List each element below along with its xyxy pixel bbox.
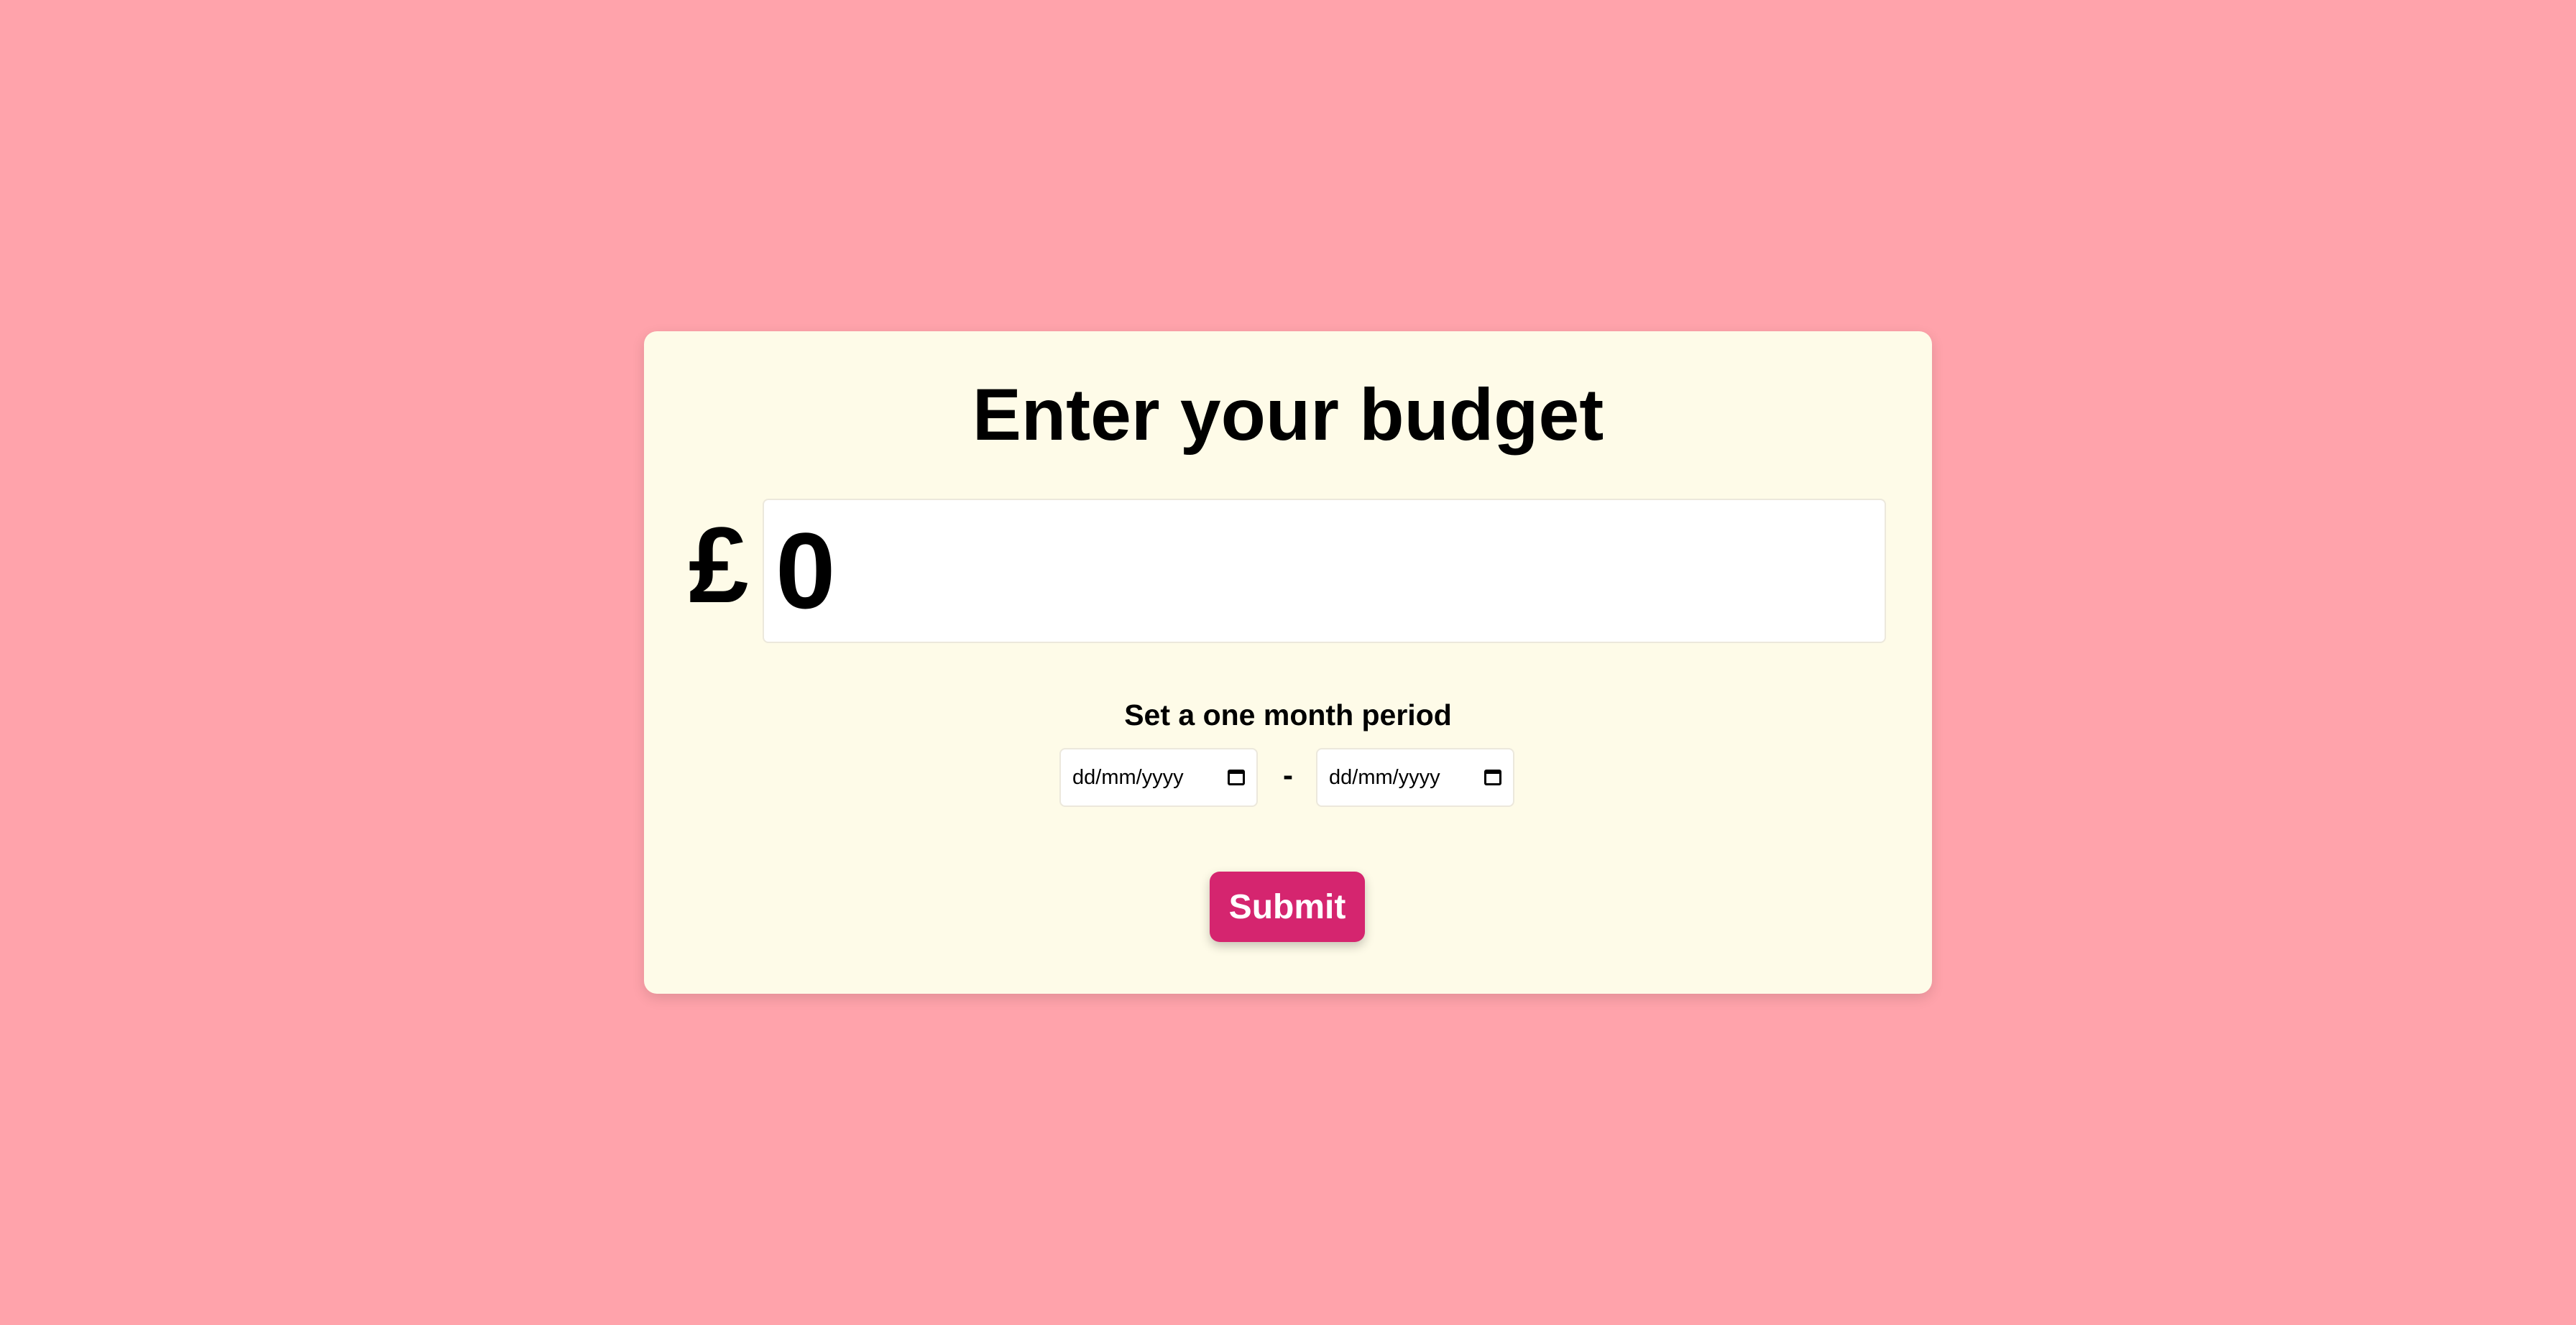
start-date-placeholder: dd/mm/yyyy xyxy=(1072,765,1184,789)
end-date-input[interactable]: dd/mm/yyyy xyxy=(1316,748,1514,807)
date-range: dd/mm/yyyy - dd/mm/yyyy xyxy=(644,748,1932,808)
start-date-input[interactable]: dd/mm/yyyy xyxy=(1059,748,1258,807)
page-title: Enter your budget xyxy=(972,374,1604,456)
period-label: Set a one month period xyxy=(1124,698,1452,731)
submit-button[interactable]: Submit xyxy=(1210,872,1365,942)
calendar-icon[interactable] xyxy=(1228,770,1245,785)
calendar-icon[interactable] xyxy=(1484,770,1501,785)
date-separator: - xyxy=(1283,758,1293,792)
budget-card: Enter your budget £ Set a one month peri… xyxy=(644,331,1932,994)
currency-symbol: £ xyxy=(689,504,749,625)
end-date-placeholder: dd/mm/yyyy xyxy=(1329,765,1440,789)
budget-amount-input[interactable] xyxy=(763,499,1886,643)
